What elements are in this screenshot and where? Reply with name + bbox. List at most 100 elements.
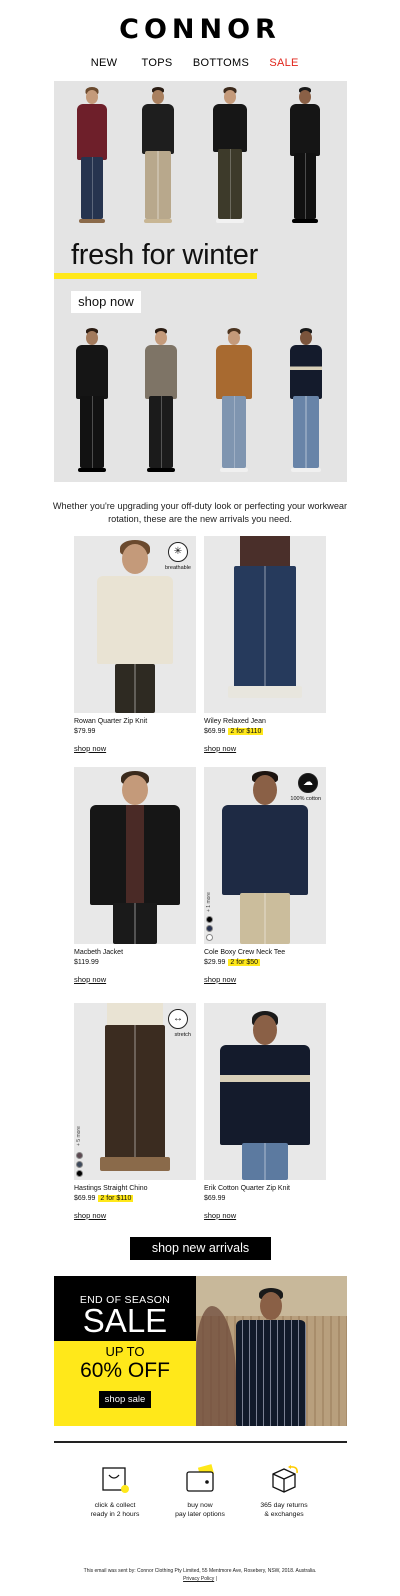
feature-label-line1: buy now xyxy=(187,1502,213,1509)
breathable-icon: ✳ xyxy=(168,542,188,562)
model-photo xyxy=(141,328,181,476)
footer: This email was sent by: Connor Clothing … xyxy=(0,1567,400,1583)
product-badge-label: stretch xyxy=(174,1032,191,1038)
product-price: $69.99 xyxy=(204,1195,326,1205)
sale-banner[interactable]: END OF SEASON SALE UP TO 60% OFF shop sa… xyxy=(54,1276,347,1426)
top-nav: NEW TOPS BOTTOMS SALE xyxy=(0,57,400,73)
colour-swatch[interactable] xyxy=(76,1152,83,1159)
product-card[interactable]: Macbeth Jacket $119.99 shop now xyxy=(74,767,196,987)
intro-text: Whether you're upgrading your off-duty l… xyxy=(52,501,348,524)
colour-swatch[interactable] xyxy=(206,925,213,932)
product-price: $69.99 2 for $110 xyxy=(204,728,326,738)
model-photo xyxy=(72,87,112,227)
nav-item-new[interactable]: NEW xyxy=(91,57,118,69)
product-name: Erik Cotton Quarter Zip Knit xyxy=(204,1185,290,1192)
cotton-icon: ☁ xyxy=(298,773,318,793)
product-shop-now-link[interactable]: shop now xyxy=(204,744,236,753)
brand-logo[interactable]: CONNOR xyxy=(0,14,400,45)
colour-swatches xyxy=(206,914,216,941)
stretch-icon: ↔ xyxy=(168,1009,188,1029)
price-value: $79.99 xyxy=(74,728,96,735)
privacy-policy-link[interactable]: Privacy Policy xyxy=(183,1576,214,1582)
product-badge-label: 100% cotton xyxy=(290,796,321,802)
promo-badge: 2 for $110 xyxy=(228,728,264,735)
product-card[interactable]: ☁ 100% cotton + 1 more Cole Boxy Crew Ne… xyxy=(204,767,326,987)
product-name: Wiley Relaxed Jean xyxy=(204,718,266,725)
product-shop-now-link[interactable]: shop now xyxy=(74,1211,106,1220)
more-colours-label: + 5 more xyxy=(76,1126,82,1146)
promo-badge: 2 for $110 xyxy=(98,1195,134,1202)
product-shop-now-link[interactable]: shop now xyxy=(74,744,106,753)
product-price: $69.99 2 for $110 xyxy=(74,1195,196,1205)
return-box-icon xyxy=(269,1464,299,1494)
nav-item-sale[interactable]: SALE xyxy=(269,57,298,69)
product-image[interactable] xyxy=(204,1003,326,1180)
product-card[interactable]: Wiley Relaxed Jean $69.99 2 for $110 shop… xyxy=(204,536,326,756)
product-card[interactable]: ✳ breathable Rowan Quarter Zip Knit $79.… xyxy=(74,536,196,756)
hero-title: fresh for winter xyxy=(71,239,258,271)
sale-photo xyxy=(196,1276,347,1426)
wallet-icon xyxy=(185,1464,215,1494)
feature-click-collect[interactable]: click & collect ready in 2 hours xyxy=(75,1464,155,1519)
sale-headline-block: END OF SEASON SALE xyxy=(54,1276,196,1341)
shop-new-arrivals-button[interactable]: shop new arrivals xyxy=(130,1237,271,1260)
product-name: Rowan Quarter Zip Knit xyxy=(74,718,148,725)
promo-badge: 2 for $50 xyxy=(228,959,261,966)
product-card[interactable]: ↔ stretch + 5 more Hastings Straight Chi… xyxy=(74,1003,196,1223)
hero-shop-now-button[interactable]: shop now xyxy=(71,291,141,313)
product-image[interactable] xyxy=(204,536,326,713)
footer-sender-text: This email was sent by: Connor Clothing … xyxy=(83,1568,317,1574)
model-photo xyxy=(214,328,254,476)
more-colours-label: + 1 more xyxy=(206,892,212,912)
feature-label: 365 day returns & exchanges xyxy=(244,1501,324,1519)
colour-swatch[interactable] xyxy=(76,1170,83,1177)
product-price: $79.99 xyxy=(74,728,196,738)
product-image[interactable] xyxy=(74,767,196,944)
shop-sale-button[interactable]: shop sale xyxy=(98,1391,152,1408)
product-badge-label: breathable xyxy=(165,565,191,571)
model-photo xyxy=(210,87,250,227)
price-value: $119.99 xyxy=(74,959,99,966)
product-price: $29.99 2 for $50 xyxy=(204,959,326,969)
nav-item-bottoms[interactable]: BOTTOMS xyxy=(193,57,249,69)
product-image[interactable]: ↔ stretch + 5 more xyxy=(74,1003,196,1180)
product-name: Hastings Straight Chino xyxy=(74,1185,148,1192)
feature-label: click & collect ready in 2 hours xyxy=(75,1501,155,1519)
colour-swatch[interactable] xyxy=(206,916,213,923)
colour-swatch[interactable] xyxy=(76,1161,83,1168)
price-value: $69.99 xyxy=(204,728,226,735)
product-shop-now-link[interactable]: shop now xyxy=(204,1211,236,1220)
feature-label-line1: click & collect xyxy=(94,1502,136,1509)
product-name: Cole Boxy Crew Neck Tee xyxy=(204,949,286,956)
sale-line4: 60% OFF xyxy=(80,1359,170,1382)
feature-label-line1: 365 day returns xyxy=(260,1502,308,1509)
model-photo xyxy=(72,328,112,476)
nav-item-tops[interactable]: TOPS xyxy=(142,57,173,69)
product-image[interactable]: ✳ breathable xyxy=(74,536,196,713)
sale-line3: UP TO xyxy=(105,1344,145,1359)
colour-swatch[interactable] xyxy=(206,934,213,941)
sale-line2: SALE xyxy=(82,1302,168,1339)
feature-label-line2: ready in 2 hours xyxy=(90,1511,140,1518)
product-card[interactable]: Erik Cotton Quarter Zip Knit $69.99 shop… xyxy=(204,1003,326,1223)
model-photo xyxy=(138,87,178,227)
feature-label: buy now pay later options xyxy=(160,1501,240,1519)
product-price: $119.99 xyxy=(74,959,196,969)
product-shop-now-link[interactable]: shop now xyxy=(74,975,106,984)
product-image[interactable]: ☁ 100% cotton + 1 more xyxy=(204,767,326,944)
footer-separator: | xyxy=(215,1576,217,1582)
hero-banner[interactable]: fresh for winter shop now xyxy=(54,81,347,482)
product-name: Macbeth Jacket xyxy=(74,949,124,956)
feature-buy-now-pay-later[interactable]: buy now pay later options xyxy=(160,1464,240,1519)
footer-links: Privacy Policy | xyxy=(0,1575,400,1583)
email-page: CONNOR NEW TOPS BOTTOMS SALE fresh for w… xyxy=(0,0,400,1596)
feature-label-line2: pay later options xyxy=(175,1511,225,1518)
price-value: $69.99 xyxy=(74,1195,96,1202)
model-photo xyxy=(285,87,325,227)
feature-returns[interactable]: 365 day returns & exchanges xyxy=(244,1464,324,1519)
section-divider xyxy=(54,1441,347,1443)
colour-swatches xyxy=(76,1150,86,1177)
sale-discount-block: UP TO 60% OFF shop sale xyxy=(54,1341,196,1426)
product-shop-now-link[interactable]: shop now xyxy=(204,975,236,984)
model-photo xyxy=(286,328,326,476)
